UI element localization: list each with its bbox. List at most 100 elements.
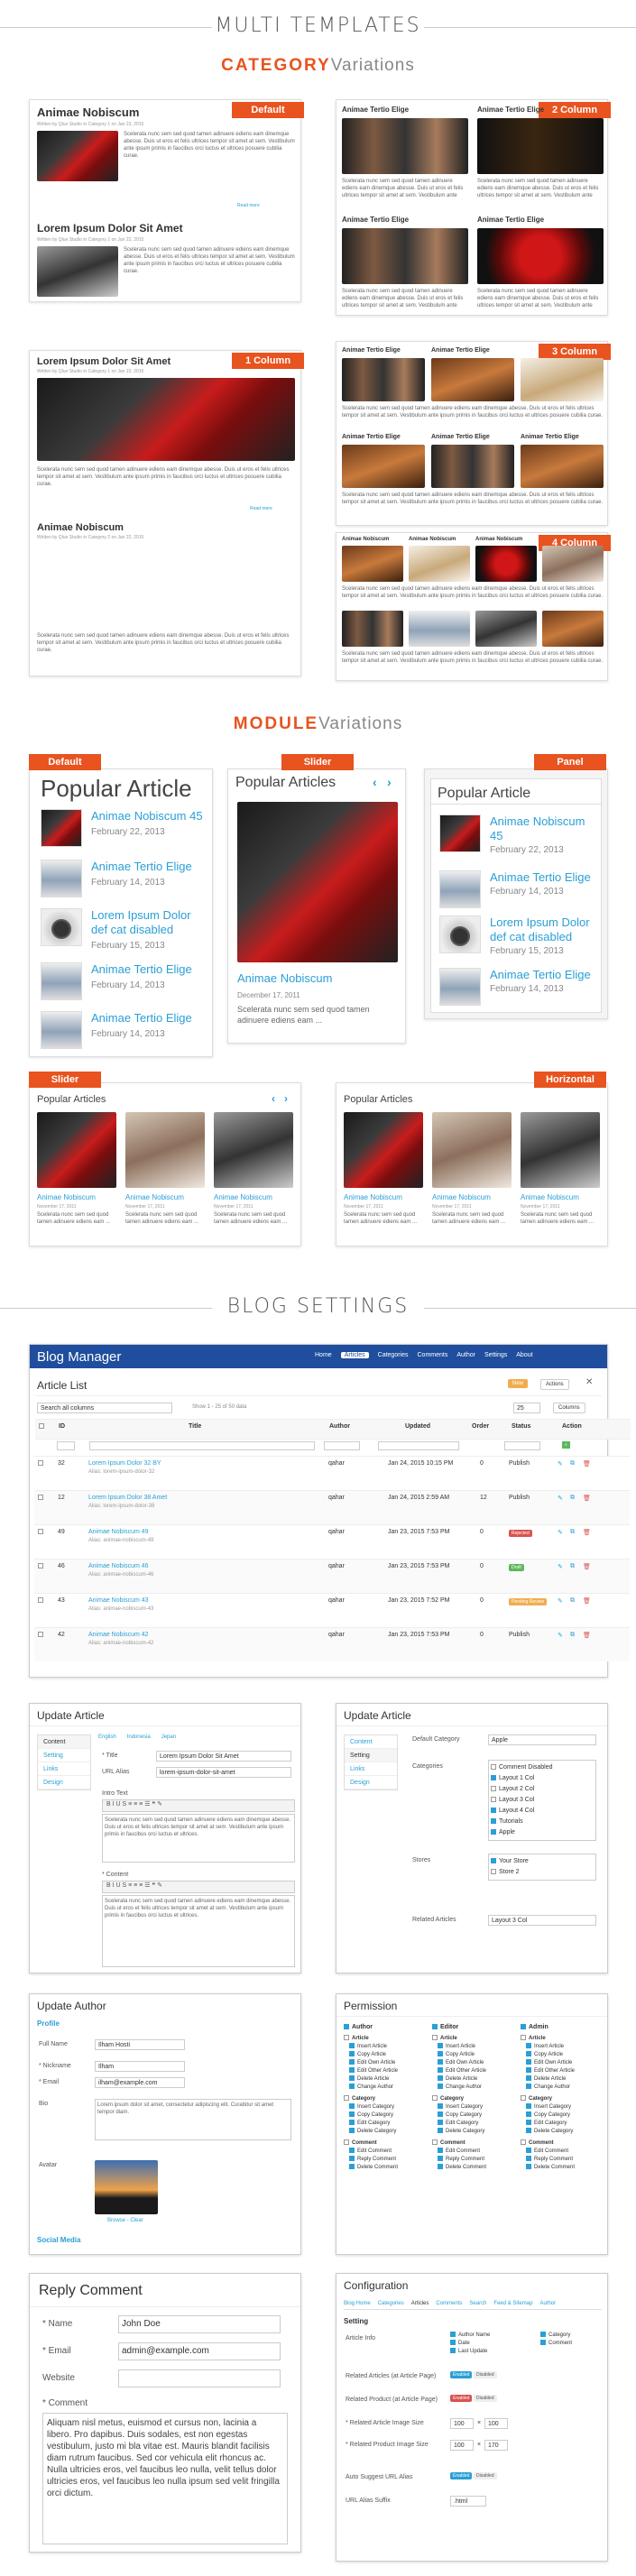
- store-option[interactable]: Your Store: [491, 1856, 594, 1867]
- permission-option[interactable]: Edit Own Article: [344, 2059, 427, 2067]
- tab-author[interactable]: Author: [539, 2301, 556, 2306]
- group-title[interactable]: Category: [521, 2095, 604, 2103]
- permission-option[interactable]: Delete Category: [432, 2128, 515, 2136]
- permission-option[interactable]: Edit Other Article: [521, 2067, 604, 2075]
- popular-item[interactable]: Lorem Ipsum Dolor def cat disabled Febru…: [41, 908, 203, 964]
- group-title[interactable]: Article: [432, 2035, 515, 2043]
- tab-content[interactable]: Content: [38, 1735, 90, 1749]
- popular-item[interactable]: Animae Nobiscum 45 February 22, 2013: [41, 809, 203, 854]
- item-title[interactable]: Animae Nobiscum: [521, 1193, 579, 1201]
- nav-comments[interactable]: Comments: [418, 1352, 448, 1358]
- copy-icon[interactable]: ⧉: [570, 1632, 575, 1639]
- copy-icon[interactable]: ⧉: [570, 1460, 575, 1467]
- table-row[interactable]: 49 Animae Nobiscum 49 Alias: animae-nobisc…: [34, 1524, 630, 1559]
- popular-item[interactable]: Animae Tertio Elige February 14, 2013: [439, 870, 602, 915]
- grid-title[interactable]: Animae Nobiscum: [475, 537, 522, 542]
- next-arrow-icon[interactable]: ›: [284, 1092, 288, 1105]
- permission-option[interactable]: Edit Other Article: [432, 2067, 515, 2075]
- permission-option[interactable]: Copy Article: [344, 2051, 427, 2059]
- editor-toolbar[interactable]: B I U S ≡ ≡ ≡ ☰ ❝ ✎: [102, 1881, 295, 1893]
- search-icon[interactable]: ⌕: [562, 1441, 570, 1449]
- bio-textarea[interactable]: Lorem ipsum dolor sit amet, consectetur …: [95, 2099, 291, 2140]
- lang-indonesia[interactable]: Indonesia: [127, 1734, 151, 1740]
- popular-item[interactable]: Animae Tertio Elige February 14, 2013: [41, 962, 203, 1007]
- article-title[interactable]: Lorem Ipsum Dolor Sit Amet: [37, 356, 171, 367]
- delete-icon[interactable]: 🗑: [583, 1632, 591, 1639]
- article-title-2[interactable]: Animae Nobiscum: [37, 522, 124, 533]
- filter-input[interactable]: [378, 1441, 459, 1450]
- permission-option[interactable]: Change Author: [432, 2084, 515, 2092]
- permission-option[interactable]: Copy Category: [521, 2111, 604, 2120]
- table-row[interactable]: 43 Animae Nobiscum 43 Alias: animae-nobisc…: [34, 1593, 630, 1627]
- per-page-select[interactable]: 25: [513, 1403, 540, 1413]
- width-input[interactable]: 100: [450, 2418, 474, 2429]
- tab-design[interactable]: Design: [38, 1776, 90, 1789]
- comment-textarea[interactable]: Aliquam nisl metus, euismod et cursus no…: [42, 2413, 288, 2544]
- info-option[interactable]: Category: [540, 2332, 572, 2340]
- table-row[interactable]: 42 Animae Nobiscum 42 Alias: animae-nobisc…: [34, 1627, 630, 1661]
- item-title[interactable]: Animae Nobiscum: [125, 1193, 184, 1201]
- store-option[interactable]: Store 2: [491, 1867, 594, 1878]
- permission-option[interactable]: Edit Category: [344, 2120, 427, 2128]
- filter-input[interactable]: [57, 1441, 75, 1450]
- grid-title[interactable]: Animae Tertio Elige: [431, 347, 490, 354]
- permission-option[interactable]: Copy Article: [432, 2051, 515, 2059]
- filter-input[interactable]: [324, 1441, 360, 1450]
- article-title[interactable]: Animae Nobiscum: [37, 106, 139, 119]
- item-title[interactable]: Animae Tertio Elige: [91, 860, 192, 874]
- permission-option[interactable]: Edit Category: [521, 2120, 604, 2128]
- intro-editor[interactable]: Scelerata nunc sem sed quod tamen adinue…: [102, 1814, 295, 1863]
- group-title[interactable]: Comment: [344, 2139, 427, 2148]
- col-select-icon[interactable]: [39, 1423, 47, 1430]
- delete-icon[interactable]: 🗑: [583, 1563, 591, 1570]
- fullname-input[interactable]: Ilham Hosti: [95, 2039, 185, 2050]
- table-row[interactable]: 46 Animae Nobiscum 46 Alias: animae-nobisc…: [34, 1559, 630, 1593]
- tab-blog-home[interactable]: Blog Home: [344, 2301, 371, 2306]
- group-title[interactable]: Category: [344, 2095, 427, 2103]
- lang-jepan[interactable]: Jepan: [161, 1734, 176, 1740]
- permission-option[interactable]: Change Author: [344, 2084, 427, 2092]
- category-option[interactable]: Layout 3 Col: [491, 1795, 594, 1806]
- tab-design[interactable]: Design: [345, 1776, 397, 1789]
- tab-links[interactable]: Links: [345, 1762, 397, 1776]
- row-checkbox[interactable]: [38, 1597, 46, 1604]
- permission-option[interactable]: Reply Comment: [432, 2156, 515, 2164]
- grid-title[interactable]: Animae Nobiscum: [342, 537, 389, 542]
- permission-option[interactable]: Delete Comment: [521, 2164, 604, 2172]
- info-option[interactable]: Comment: [540, 2340, 572, 2348]
- tab-content[interactable]: Content: [345, 1735, 397, 1749]
- alias-input[interactable]: lorem-ipsum-dolor-sit-amet: [156, 1767, 291, 1778]
- row-title[interactable]: Animae Nobiscum 43: [88, 1597, 149, 1604]
- info-option[interactable]: Last Update: [450, 2348, 490, 2356]
- filter-input[interactable]: [89, 1441, 315, 1450]
- browse-clear-link[interactable]: Browse - Clear: [107, 2218, 143, 2223]
- grid-title[interactable]: Animae Tertio Elige: [521, 434, 579, 440]
- col-header[interactable]: Updated: [405, 1423, 430, 1430]
- slider-item-title[interactable]: Animae Nobiscum: [237, 971, 333, 985]
- related-product-toggle[interactable]: Enabled Disabled: [450, 2395, 497, 2402]
- read-more-link[interactable]: Read more: [250, 506, 272, 511]
- group-title[interactable]: Article: [521, 2035, 604, 2043]
- blog-manager-logo[interactable]: Blog Manager: [37, 1349, 121, 1365]
- read-more-link[interactable]: Read more: [237, 203, 260, 208]
- nav-articles[interactable]: Articles: [340, 1352, 369, 1358]
- tab-categories[interactable]: Categories: [378, 2301, 404, 2306]
- permission-option[interactable]: Delete Article: [344, 2075, 427, 2084]
- role-title[interactable]: Author: [344, 2023, 427, 2031]
- popular-item[interactable]: Animae Nobiscum 45 February 22, 2013: [439, 814, 602, 860]
- actions-button[interactable]: Actions: [540, 1379, 569, 1390]
- role-title[interactable]: Editor: [432, 2023, 515, 2031]
- lang-english[interactable]: English: [98, 1734, 116, 1740]
- edit-icon[interactable]: ✎: [558, 1597, 563, 1605]
- columns-button[interactable]: Columns: [553, 1403, 585, 1413]
- col-header[interactable]: Status: [512, 1423, 530, 1430]
- permission-option[interactable]: Edit Own Article: [521, 2059, 604, 2067]
- delete-icon[interactable]: 🗑: [583, 1597, 591, 1605]
- table-row[interactable]: 32 Lorem Ipsum Dolor 32 BY Alias: lorem-ip…: [34, 1456, 630, 1490]
- copy-icon[interactable]: ⧉: [570, 1563, 575, 1570]
- permission-option[interactable]: Edit Own Article: [432, 2059, 515, 2067]
- col-header[interactable]: Title: [189, 1423, 201, 1430]
- item-title[interactable]: Animae Tertio Elige: [91, 962, 192, 977]
- row-title[interactable]: Lorem Ipsum Dolor 38 Amet: [88, 1495, 167, 1501]
- grid-title[interactable]: Animae Tertio Elige: [431, 434, 490, 440]
